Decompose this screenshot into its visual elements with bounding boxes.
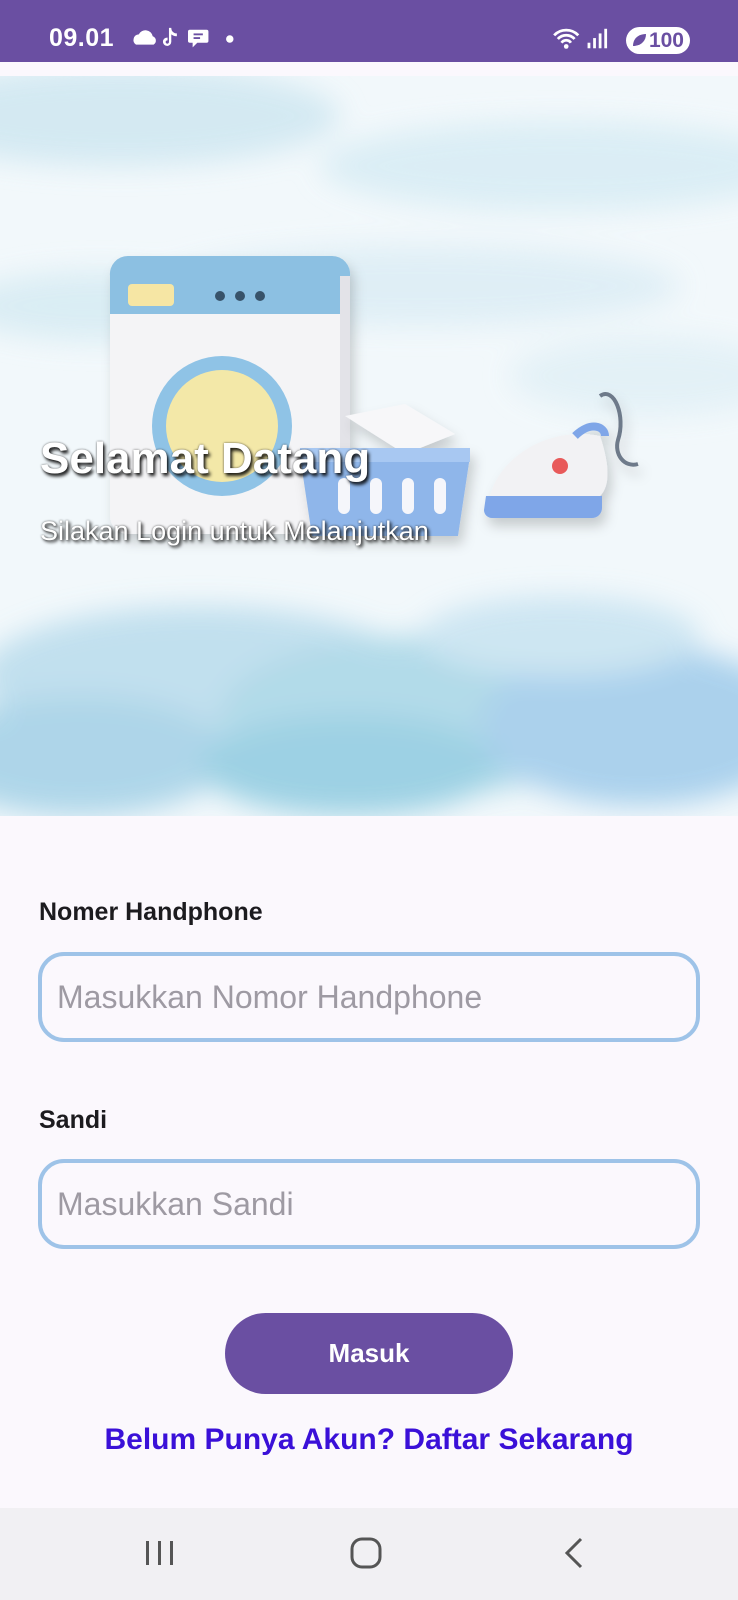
signal-icon xyxy=(587,28,608,49)
welcome-subtitle: Silakan Login untuk Melanjutkan xyxy=(40,516,429,546)
wifi-icon xyxy=(553,28,580,49)
dot-icon xyxy=(226,35,234,43)
hero-banner: Selamat Datang Silakan Login untuk Melan… xyxy=(0,76,738,816)
register-link[interactable]: Belum Punya Akun? Daftar Sekarang xyxy=(0,1423,738,1457)
recents-icon xyxy=(146,1541,173,1565)
phone-label: Nomer Handphone xyxy=(39,898,263,926)
status-bar: 09.01 100 xyxy=(0,0,738,62)
connectivity-icons xyxy=(553,28,608,49)
phone-input[interactable] xyxy=(38,952,700,1042)
welcome-title: Selamat Datang xyxy=(40,434,371,483)
home-icon xyxy=(350,1537,382,1569)
cloud-icon xyxy=(133,30,156,45)
system-nav-bar xyxy=(0,1508,738,1600)
battery-level: 100 xyxy=(648,29,684,52)
chat-bubble-icon xyxy=(188,29,209,48)
tiktok-icon xyxy=(162,27,177,46)
recents-button[interactable] xyxy=(130,1528,190,1578)
home-button[interactable] xyxy=(336,1528,396,1578)
notification-icons xyxy=(133,27,234,48)
password-label: Sandi xyxy=(39,1106,108,1134)
back-button[interactable] xyxy=(544,1528,604,1578)
status-time: 09.01 xyxy=(49,24,115,52)
back-icon xyxy=(564,1537,583,1569)
battery-icon: 100 xyxy=(626,27,690,54)
battery-saver-icon xyxy=(633,34,646,46)
login-button[interactable]: Masuk xyxy=(225,1313,513,1394)
password-input[interactable] xyxy=(38,1159,700,1249)
